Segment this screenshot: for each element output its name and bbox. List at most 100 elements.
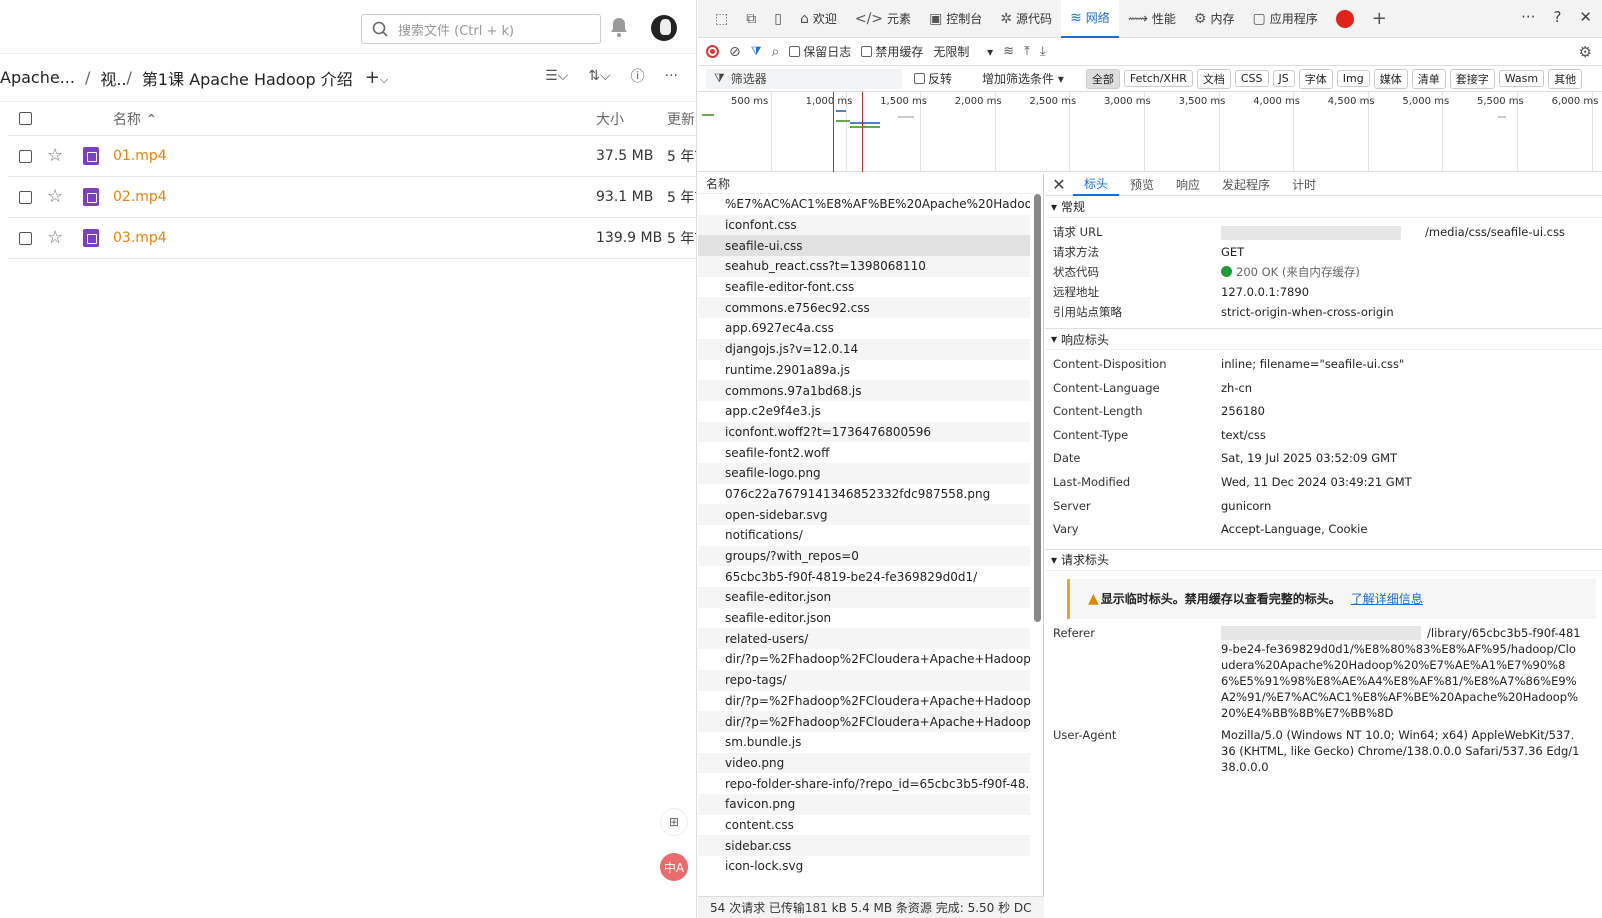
tab-network[interactable]: ≋ 网络 — [1061, 0, 1119, 38]
tab-console[interactable]: ▣ 控制台 — [920, 0, 991, 38]
export-har-icon[interactable]: ⤓ — [1040, 44, 1046, 59]
type-filter-media[interactable]: 媒体 — [1373, 68, 1408, 89]
request-row[interactable]: sidebar.css — [698, 835, 1030, 856]
request-row[interactable]: app.c2e9f4e3.js — [698, 401, 1030, 422]
row-checkbox[interactable] — [19, 231, 32, 245]
network-overview-timeline[interactable]: 500 ms 1,000 ms 1,500 ms 2,000 ms 2,500 ms 3,… — [698, 92, 1602, 172]
tab-initiator[interactable]: 发起程序 — [1211, 174, 1281, 196]
tab-memory[interactable]: ⚙ 内存 — [1185, 0, 1244, 38]
more-options-icon[interactable]: ··· — [1521, 8, 1535, 26]
record-icon[interactable] — [706, 45, 719, 58]
request-row[interactable]: 076c22a7679141346852332fdc987558.png — [698, 484, 1030, 505]
translate-button[interactable]: 中A — [660, 853, 688, 881]
type-filter-img[interactable]: Img — [1336, 70, 1370, 87]
request-row[interactable]: dir/?p=%2Fhadoop%2FCloudera+Apache+Hadoo… — [698, 691, 1030, 712]
breadcrumb-item[interactable]: 视.. — [100, 66, 126, 90]
file-name-link[interactable]: 03.mp4 — [113, 230, 167, 246]
tab-application[interactable]: ▢ 应用程序 — [1243, 0, 1326, 38]
name-column-header[interactable]: 名称 ⌃ — [113, 109, 157, 129]
table-row[interactable]: ☆ 02.mp4 93.1 MB 5 年前 — [8, 177, 696, 218]
device-toolbar-icon[interactable]: ⬚ — [706, 0, 737, 38]
filter-input[interactable]: ⧩ 筛选器 — [706, 68, 902, 89]
close-detail-icon[interactable]: ✕ — [1045, 175, 1073, 194]
request-row[interactable]: seafile-editor.json — [698, 587, 1030, 608]
response-headers-section-header[interactable]: ▾ 响应标头 — [1045, 328, 1602, 350]
clear-icon[interactable]: ⊘ — [729, 44, 741, 60]
request-row[interactable]: djangojs.js?v=12.0.14 — [698, 338, 1030, 360]
import-har-icon[interactable]: ⤒ — [1024, 44, 1030, 59]
table-row[interactable]: ☆ 03.mp4 139.9 MB 5 年前 — [8, 218, 696, 259]
settings-gear-icon[interactable]: ⚙ — [1579, 43, 1592, 61]
request-row[interactable]: runtime.2901a89a.js — [698, 360, 1030, 381]
throttle-select[interactable]: 无限制 ▾ — [933, 43, 993, 60]
type-filter-other[interactable]: 其他 — [1548, 68, 1583, 89]
dock-icon[interactable]: ▯ — [765, 0, 791, 38]
request-row[interactable]: iconfont.css — [698, 214, 1030, 236]
add-filter-button[interactable]: 增加筛选条件 ▾ — [982, 70, 1064, 87]
type-filter-fetch-xhr[interactable]: Fetch/XHR — [1123, 70, 1193, 87]
request-row[interactable]: seahub_react.css?t=1398068110 — [698, 256, 1030, 277]
request-row[interactable]: open-sidebar.svg — [698, 504, 1030, 525]
request-row[interactable]: repo-folder-share-info/?repo_id=65cbc3b5… — [698, 773, 1030, 794]
type-filter-css[interactable]: CSS — [1234, 70, 1269, 87]
row-checkbox[interactable] — [19, 190, 32, 204]
avatar[interactable] — [651, 15, 677, 41]
request-row[interactable]: repo-tags/ — [698, 669, 1030, 691]
request-list-scrollbar[interactable] — [1033, 194, 1041, 894]
tab-sources[interactable]: ✲ 源代码 — [991, 0, 1061, 38]
inspect-icon[interactable]: ⧉ — [737, 0, 765, 38]
close-icon[interactable]: ✕ — [1579, 8, 1592, 26]
search-icon[interactable]: ⌕ — [771, 44, 779, 60]
disable-cache-checkbox[interactable]: 禁用缓存 — [861, 43, 923, 60]
select-all-checkbox[interactable] — [19, 112, 32, 125]
table-row[interactable]: ☆ 01.mp4 37.5 MB 5 年前 — [8, 136, 696, 177]
help-icon[interactable]: ? — [1553, 8, 1561, 26]
request-row[interactable]: dir/?p=%2Fhadoop%2FCloudera+Apache+Hadoo… — [698, 649, 1030, 670]
tab-performance[interactable]: ⟿ 性能 — [1119, 0, 1185, 38]
request-row[interactable]: video.png — [698, 752, 1030, 774]
file-name-link[interactable]: 01.mp4 — [113, 148, 167, 164]
search-input[interactable]: 搜索文件 (Ctrl + k) — [361, 14, 601, 44]
bell-icon[interactable] — [610, 17, 628, 37]
request-row[interactable]: app.6927ec4a.css — [698, 318, 1030, 339]
list-view-icon[interactable]: ☰⌵ — [545, 68, 568, 84]
scrollbar-thumb[interactable] — [1034, 194, 1041, 622]
request-row[interactable]: 65cbc3b5-f90f-4819-be24-fe369829d0d1/ — [698, 566, 1030, 587]
info-icon[interactable]: ⓘ — [631, 66, 645, 86]
request-row[interactable]: icon-lock.svg — [698, 856, 1030, 877]
request-row[interactable]: related-users/ — [698, 628, 1030, 650]
request-row[interactable]: iconfont.woff2?t=1736476800596 — [698, 421, 1030, 443]
type-filter-doc[interactable]: 文档 — [1196, 68, 1231, 89]
tab-welcome[interactable]: ⌂ 欢迎 — [791, 0, 846, 38]
preserve-log-checkbox[interactable]: 保留日志 — [789, 43, 851, 60]
request-row[interactable]: sm.bundle.js — [698, 732, 1030, 753]
type-filter-socket[interactable]: 套接字 — [1449, 68, 1495, 89]
request-headers-section-header[interactable]: ▾ 请求标头 — [1045, 548, 1602, 571]
request-row[interactable]: favicon.png — [698, 793, 1030, 815]
request-row[interactable]: seafile-editor-font.css — [698, 277, 1030, 298]
tab-response[interactable]: 响应 — [1165, 174, 1211, 196]
request-row[interactable]: commons.e756ec92.css — [698, 297, 1030, 319]
request-row[interactable]: content.css — [698, 815, 1030, 836]
row-checkbox[interactable] — [19, 149, 32, 163]
request-row[interactable]: %E7%AC%AC1%E8%AF%BE%20Apache%20Hadoo... — [698, 194, 1030, 215]
tab-preview[interactable]: 预览 — [1119, 174, 1165, 196]
breadcrumb-item[interactable]: Apache... — [0, 68, 75, 87]
updated-column-header[interactable]: 更新时 — [667, 109, 696, 129]
request-row[interactable]: notifications/ — [698, 525, 1030, 546]
request-row[interactable]: groups/?with_repos=0 — [698, 545, 1030, 567]
type-filter-all[interactable]: 全部 — [1085, 68, 1120, 89]
tab-elements[interactable]: </> 元素 — [846, 0, 920, 38]
request-row[interactable]: dir/?p=%2Fhadoop%2FCloudera+Apache+Hadoo… — [698, 711, 1030, 732]
extension-icon[interactable] — [1327, 0, 1363, 38]
request-row[interactable]: seafile-logo.png — [698, 462, 1030, 484]
request-list-header[interactable]: 名称 — [698, 174, 1043, 194]
network-conditions-icon[interactable]: ≋ — [1003, 44, 1014, 59]
more-icon[interactable]: ··· — [665, 68, 678, 84]
add-tab-icon[interactable]: + — [1363, 0, 1396, 38]
request-row[interactable]: seafile-ui.css — [698, 235, 1030, 257]
size-column-header[interactable]: 大小 — [596, 109, 624, 129]
type-filter-js[interactable]: JS — [1272, 70, 1295, 87]
tab-headers[interactable]: 标头 — [1073, 174, 1120, 196]
star-icon[interactable]: ☆ — [47, 147, 63, 165]
